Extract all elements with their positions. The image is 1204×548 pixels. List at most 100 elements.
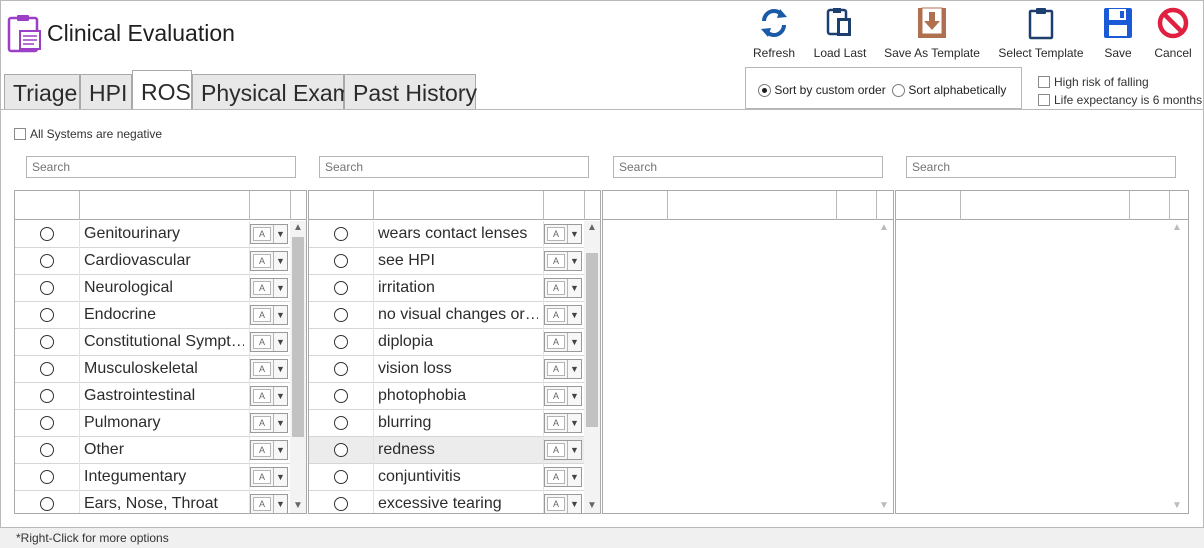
format-dropdown[interactable]: A ▼ <box>250 494 288 513</box>
symptom-row[interactable]: excessive tearing A ▼ <box>309 491 600 513</box>
chevron-down-icon[interactable]: ▼ <box>273 225 287 243</box>
sort-custom-option[interactable]: Sort by custom order <box>758 83 886 98</box>
chevron-down-icon[interactable]: ▼ <box>273 306 287 324</box>
symptom-row[interactable]: wears contact lenses A ▼ <box>309 221 600 248</box>
scroll-down-icon[interactable]: ▼ <box>1169 499 1185 513</box>
tab-physical-exam[interactable]: Physical Exam <box>192 74 352 110</box>
column3-search-input[interactable] <box>613 156 883 178</box>
system-row[interactable]: Pulmonary A ▼ <box>15 410 306 437</box>
format-dropdown[interactable]: A ▼ <box>544 278 582 298</box>
chevron-down-icon[interactable]: ▼ <box>567 306 581 324</box>
chevron-down-icon[interactable]: ▼ <box>273 414 287 432</box>
system-row[interactable]: Integumentary A ▼ <box>15 464 306 491</box>
format-dropdown[interactable]: A ▼ <box>250 332 288 352</box>
radio-icon[interactable] <box>334 389 348 403</box>
format-dropdown[interactable]: A ▼ <box>544 440 582 460</box>
symptom-row[interactable]: redness A ▼ <box>309 437 600 464</box>
format-dropdown[interactable]: A ▼ <box>250 278 288 298</box>
radio-icon[interactable] <box>40 389 54 403</box>
tab-hpi[interactable]: HPI <box>80 74 132 110</box>
chevron-down-icon[interactable]: ▼ <box>273 387 287 405</box>
format-dropdown[interactable]: A ▼ <box>544 386 582 406</box>
format-dropdown[interactable]: A ▼ <box>544 305 582 325</box>
format-dropdown[interactable]: A ▼ <box>544 467 582 487</box>
scroll-down-icon[interactable]: ▼ <box>584 499 600 513</box>
load-last-button[interactable]: Load Last <box>810 4 870 64</box>
system-row[interactable]: Cardiovascular A ▼ <box>15 248 306 275</box>
radio-icon[interactable] <box>40 497 54 511</box>
radio-icon[interactable] <box>334 470 348 484</box>
cancel-button[interactable]: Cancel <box>1150 4 1196 64</box>
system-row[interactable]: Neurological A ▼ <box>15 275 306 302</box>
column4-search-input[interactable] <box>906 156 1176 178</box>
format-dropdown[interactable]: A ▼ <box>250 224 288 244</box>
radio-icon[interactable] <box>40 362 54 376</box>
chevron-down-icon[interactable]: ▼ <box>567 225 581 243</box>
radio-icon[interactable] <box>40 254 54 268</box>
system-row[interactable]: Ears, Nose, Throat A ▼ <box>15 491 306 513</box>
select-template-button[interactable]: Select Template <box>996 4 1086 64</box>
symptom-row[interactable]: conjuntivitis A ▼ <box>309 464 600 491</box>
symptom-row[interactable]: irritation A ▼ <box>309 275 600 302</box>
symptoms-scrollbar[interactable]: ▲ ▼ <box>584 221 600 513</box>
sort-alpha-option[interactable]: Sort alphabetically <box>892 83 1006 98</box>
radio-icon[interactable] <box>40 470 54 484</box>
chevron-down-icon[interactable]: ▼ <box>273 360 287 378</box>
radio-icon[interactable] <box>40 281 54 295</box>
system-row[interactable]: Constitutional Sympt… A ▼ <box>15 329 306 356</box>
chevron-down-icon[interactable]: ▼ <box>567 333 581 351</box>
checkbox-icon[interactable] <box>14 128 26 140</box>
format-dropdown[interactable]: A ▼ <box>250 251 288 271</box>
high-risk-falling-checkbox[interactable]: High risk of falling <box>1038 75 1149 89</box>
tab-past-history[interactable]: Past History <box>344 74 477 110</box>
scroll-thumb[interactable] <box>292 237 304 437</box>
symptom-row[interactable]: vision loss A ▼ <box>309 356 600 383</box>
radio-icon[interactable] <box>40 227 54 241</box>
scroll-thumb[interactable] <box>586 253 598 427</box>
format-dropdown[interactable]: A ▼ <box>250 440 288 460</box>
symptom-row[interactable]: diplopia A ▼ <box>309 329 600 356</box>
life-expectancy-checkbox[interactable]: Life expectancy is 6 months <box>1038 93 1202 107</box>
chevron-down-icon[interactable]: ▼ <box>567 414 581 432</box>
chevron-down-icon[interactable]: ▼ <box>273 468 287 486</box>
format-dropdown[interactable]: A ▼ <box>544 332 582 352</box>
system-row[interactable]: Other A ▼ <box>15 437 306 464</box>
radio-icon[interactable] <box>334 227 348 241</box>
radio-icon[interactable] <box>40 335 54 349</box>
refresh-button[interactable]: Refresh <box>748 4 800 64</box>
symptom-row[interactable]: photophobia A ▼ <box>309 383 600 410</box>
format-dropdown[interactable]: A ▼ <box>544 413 582 433</box>
tab-triage[interactable]: Triage <box>4 74 80 110</box>
chevron-down-icon[interactable]: ▼ <box>567 495 581 513</box>
chevron-down-icon[interactable]: ▼ <box>273 279 287 297</box>
column3-scrollbar[interactable]: ▲ ▼ <box>876 221 892 513</box>
chevron-down-icon[interactable]: ▼ <box>567 468 581 486</box>
format-dropdown[interactable]: A ▼ <box>544 224 582 244</box>
format-dropdown[interactable]: A ▼ <box>250 386 288 406</box>
symptom-row[interactable]: see HPI A ▼ <box>309 248 600 275</box>
radio-icon[interactable] <box>758 84 771 98</box>
symptoms-search-input[interactable] <box>319 156 589 178</box>
scroll-up-icon[interactable]: ▲ <box>584 221 600 235</box>
chevron-down-icon[interactable]: ▼ <box>567 441 581 459</box>
chevron-down-icon[interactable]: ▼ <box>567 252 581 270</box>
chevron-down-icon[interactable]: ▼ <box>273 333 287 351</box>
symptom-row[interactable]: blurring A ▼ <box>309 410 600 437</box>
chevron-down-icon[interactable]: ▼ <box>567 360 581 378</box>
save-as-template-button[interactable]: Save As Template <box>883 4 981 64</box>
system-row[interactable]: Endocrine A ▼ <box>15 302 306 329</box>
system-row[interactable]: Gastrointestinal A ▼ <box>15 383 306 410</box>
radio-icon[interactable] <box>40 308 54 322</box>
tab-ros[interactable]: ROS <box>132 70 192 110</box>
scroll-down-icon[interactable]: ▼ <box>876 499 892 513</box>
scroll-up-icon[interactable]: ▲ <box>876 221 892 235</box>
symptom-row[interactable]: no visual changes or… A ▼ <box>309 302 600 329</box>
radio-icon[interactable] <box>334 362 348 376</box>
chevron-down-icon[interactable]: ▼ <box>567 387 581 405</box>
column4-scrollbar[interactable]: ▲ ▼ <box>1169 221 1185 513</box>
all-systems-negative-checkbox[interactable]: All Systems are negative <box>14 127 162 141</box>
checkbox-icon[interactable] <box>1038 76 1050 88</box>
checkbox-icon[interactable] <box>1038 94 1050 106</box>
format-dropdown[interactable]: A ▼ <box>544 494 582 513</box>
radio-icon[interactable] <box>40 443 54 457</box>
